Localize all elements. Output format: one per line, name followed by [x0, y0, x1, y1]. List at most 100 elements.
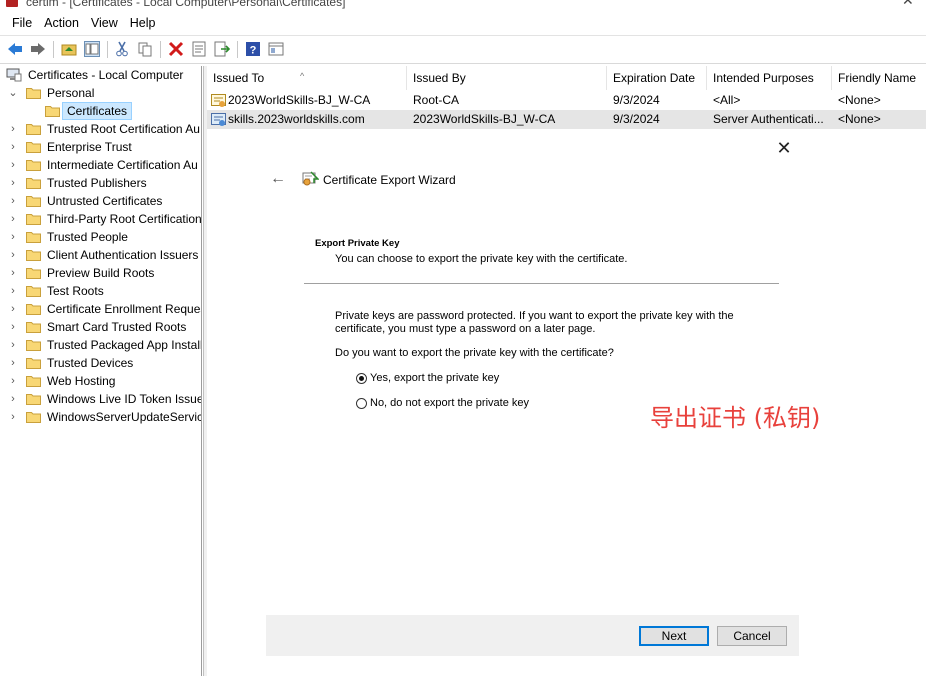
- folder-icon: [26, 124, 41, 135]
- copy-icon[interactable]: [136, 40, 154, 58]
- chevron-right-icon[interactable]: ›: [8, 156, 18, 174]
- chevron-right-icon[interactable]: ›: [8, 354, 18, 372]
- next-button[interactable]: Next: [639, 626, 709, 646]
- export-list-icon[interactable]: [213, 40, 231, 58]
- show-hide-tree-icon[interactable]: [83, 40, 101, 58]
- column-header-issued-by[interactable]: Issued By: [407, 66, 607, 90]
- cell-expiration: 9/3/2024: [613, 93, 660, 107]
- delete-icon[interactable]: [167, 40, 185, 58]
- window-title: certlm - [Certificates - Local Computer\…: [26, 0, 346, 9]
- cell-purposes: Server Authenticati...: [713, 112, 824, 126]
- chevron-right-icon[interactable]: ›: [8, 390, 18, 408]
- tree-item-label: Preview Build Roots: [47, 266, 155, 280]
- certificate-icon: [211, 94, 226, 107]
- cell-issued-by: 2023WorldSkills-BJ_W-CA: [413, 112, 556, 126]
- folder-icon: [26, 88, 41, 99]
- radio-export-yes[interactable]: Yes, export the private key: [356, 371, 499, 385]
- chevron-right-icon[interactable]: ›: [8, 282, 18, 300]
- cell-purposes: <All>: [713, 93, 741, 107]
- menu-action[interactable]: Action: [38, 12, 85, 34]
- tree-item-label: Web Hosting: [47, 374, 116, 388]
- column-header-friendly-name[interactable]: Friendly Name: [832, 66, 926, 90]
- chevron-right-icon[interactable]: ›: [8, 120, 18, 138]
- cut-icon[interactable]: [113, 40, 131, 58]
- section-title: Export Private Key: [315, 238, 400, 249]
- radio-export-no[interactable]: No, do not export the private key: [356, 396, 529, 410]
- menu-file[interactable]: File: [0, 12, 38, 34]
- folder-icon: [26, 304, 41, 315]
- chevron-right-icon[interactable]: ›: [8, 228, 18, 246]
- tree-item-label: Trusted Packaged App Installa: [47, 338, 202, 352]
- tree-item-label: Trusted Publishers: [47, 176, 147, 190]
- column-header-issued-to[interactable]: Issued To ^: [207, 66, 407, 90]
- certificate-key-icon: [211, 113, 226, 126]
- section-subtitle: You can choose to export the private key…: [335, 253, 628, 265]
- help-icon[interactable]: ?: [244, 40, 262, 58]
- tree-item-label: Trusted People: [47, 230, 128, 244]
- console-tree: Certificates - Local Computer ⌄ Personal…: [2, 66, 202, 676]
- chevron-right-icon[interactable]: ›: [8, 210, 18, 228]
- folder-icon: [26, 142, 41, 153]
- tree-item-label: Certificates: [62, 102, 133, 120]
- tree-item-label: Enterprise Trust: [47, 140, 132, 154]
- tree-item-label: Intermediate Certification Au: [47, 158, 198, 172]
- wizard-close-icon[interactable]: ✕: [776, 139, 792, 157]
- chevron-right-icon[interactable]: ›: [8, 336, 18, 354]
- cell-friendly-name: <None>: [838, 112, 881, 126]
- back-icon[interactable]: [6, 40, 24, 58]
- back-arrow-icon[interactable]: ←: [270, 170, 286, 188]
- window-close-icon[interactable]: ✕: [902, 0, 914, 9]
- chevron-right-icon[interactable]: ›: [8, 318, 18, 336]
- chevron-right-icon[interactable]: ›: [8, 300, 18, 318]
- tree-item-label: Untrusted Certificates: [47, 194, 163, 208]
- up-folder-icon[interactable]: [60, 40, 78, 58]
- cell-friendly-name: <None>: [838, 93, 881, 107]
- chevron-right-icon[interactable]: ›: [8, 264, 18, 282]
- chevron-right-icon[interactable]: ›: [8, 246, 18, 264]
- folder-icon: [26, 268, 41, 279]
- radio-button-yes[interactable]: [356, 372, 367, 384]
- tree-item-label: Third-Party Root Certification: [47, 212, 202, 226]
- folder-icon: [26, 322, 41, 333]
- table-row[interactable]: skills.2023worldskills.com 2023WorldSkil…: [207, 110, 926, 129]
- tree-item-label: Trusted Root Certification Au: [47, 122, 200, 136]
- menu-help[interactable]: Help: [124, 12, 162, 34]
- folder-icon: [26, 394, 41, 405]
- folder-icon: [26, 178, 41, 189]
- header-divider: [304, 283, 779, 284]
- cancel-button[interactable]: Cancel: [717, 626, 787, 646]
- cell-issued-to: 2023WorldSkills-BJ_W-CA: [228, 93, 371, 107]
- chevron-right-icon[interactable]: ›: [8, 174, 18, 192]
- folder-icon: [26, 286, 41, 297]
- view-icon[interactable]: [267, 40, 285, 58]
- toolbar: ?: [0, 35, 926, 64]
- folder-icon: [26, 340, 41, 351]
- radio-button-no[interactable]: [356, 397, 367, 409]
- chevron-right-icon[interactable]: ›: [8, 138, 18, 156]
- radio-label-no[interactable]: No, do not export the private key: [370, 397, 529, 409]
- tree-item-label: Trusted Devices: [47, 356, 134, 370]
- folder-icon: [26, 196, 41, 207]
- folder-open-icon: [45, 106, 60, 117]
- table-row[interactable]: 2023WorldSkills-BJ_W-CA Root-CA 9/3/2024…: [207, 91, 926, 110]
- chevron-right-icon[interactable]: ›: [8, 372, 18, 390]
- forward-icon[interactable]: [29, 40, 47, 58]
- chevron-right-icon[interactable]: ›: [8, 408, 18, 426]
- private-key-description: Private keys are password protected. If …: [335, 310, 734, 335]
- tree-root-label: Certificates - Local Computer: [28, 68, 184, 82]
- chevron-right-icon[interactable]: ›: [8, 192, 18, 210]
- folder-icon: [26, 250, 41, 261]
- tree-item-label: Smart Card Trusted Roots: [47, 320, 187, 334]
- cell-expiration: 9/3/2024: [613, 112, 660, 126]
- svg-text:?: ?: [250, 45, 257, 57]
- column-header-expiration[interactable]: Expiration Date: [607, 66, 707, 90]
- menu-view[interactable]: View: [85, 12, 124, 34]
- folder-icon: [26, 376, 41, 387]
- menu-bar: File Action View Help: [0, 12, 926, 34]
- column-header-purposes[interactable]: Intended Purposes: [707, 66, 832, 90]
- properties-icon[interactable]: [190, 40, 208, 58]
- computer-certs-icon: [6, 68, 22, 82]
- chevron-down-icon[interactable]: ⌄: [8, 84, 18, 102]
- radio-label-yes[interactable]: Yes, export the private key: [370, 372, 499, 384]
- folder-icon: [26, 232, 41, 243]
